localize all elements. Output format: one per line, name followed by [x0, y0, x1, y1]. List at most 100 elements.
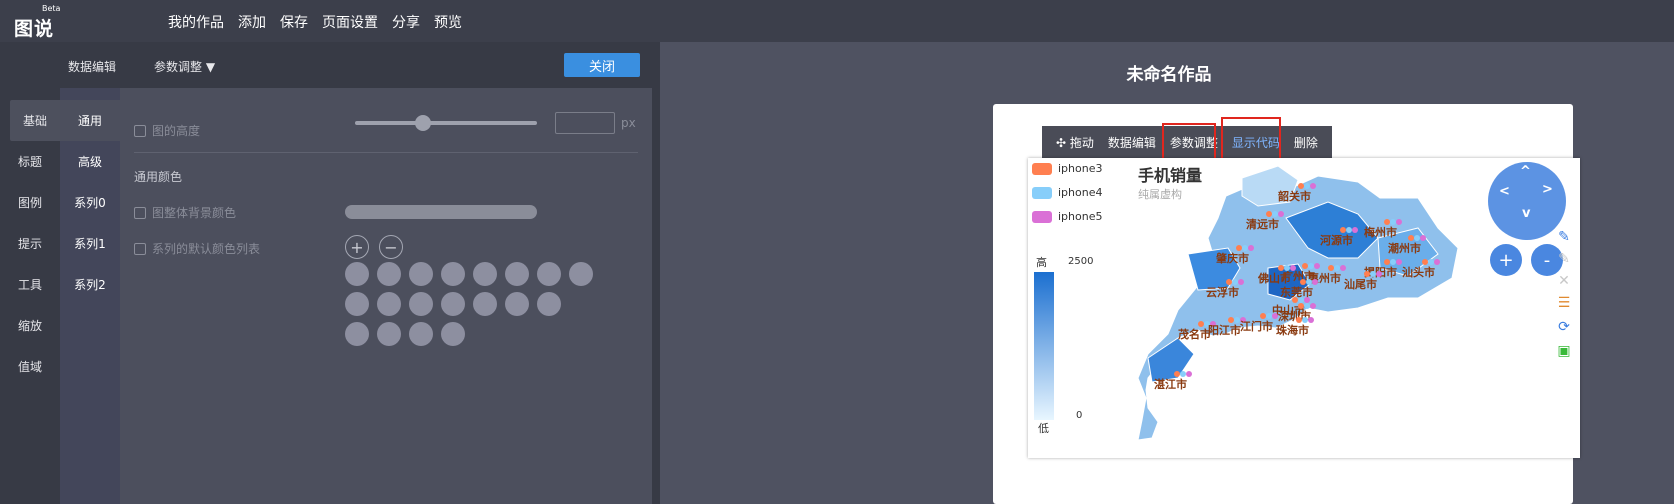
highlight-box-params — [1162, 123, 1216, 163]
tab-value-range[interactable]: 值域 — [0, 346, 60, 387]
city-label: 湛江市 — [1154, 378, 1187, 391]
app-logo[interactable]: 图说 — [14, 14, 54, 41]
city-series-dot[interactable] — [1308, 317, 1314, 323]
tab-tooltip[interactable]: 提示 — [0, 223, 60, 264]
city-series-dot[interactable] — [1272, 313, 1278, 319]
city-label: 汕头市 — [1402, 266, 1435, 279]
menu-my-works[interactable]: 我的作品 — [168, 12, 224, 32]
erase-icon[interactable]: ✎ — [1555, 250, 1573, 268]
menu-add[interactable]: 添加 — [238, 12, 266, 32]
series-colors-checkbox[interactable] — [134, 242, 146, 255]
city-label: 茂名市 — [1178, 328, 1211, 341]
tab-series-1[interactable]: 系列1 — [60, 223, 120, 264]
drag-button[interactable]: ✣ 拖动 — [1056, 134, 1094, 151]
city-series-dot[interactable] — [1290, 265, 1296, 271]
zoom-in-button[interactable]: + — [1490, 244, 1522, 276]
refresh-icon[interactable]: ⟳ — [1555, 318, 1573, 336]
tab-data-edit[interactable]: 数据编辑 — [68, 58, 116, 75]
tab-param-adjust[interactable]: 参数调整 ▼ — [154, 58, 215, 75]
color-swatch[interactable] — [569, 262, 593, 286]
city-series-dot[interactable] — [1376, 271, 1382, 277]
nav-left-icon[interactable]: < — [1499, 184, 1510, 199]
close-button[interactable]: 关闭 — [564, 53, 640, 77]
bg-color-checkbox[interactable] — [134, 206, 146, 219]
color-swatch[interactable] — [537, 262, 561, 286]
delete-button[interactable]: 删除 — [1294, 134, 1318, 151]
city-series-dot[interactable] — [1312, 279, 1318, 285]
color-swatch[interactable] — [537, 292, 561, 316]
city-label: 韶关市 — [1278, 190, 1311, 203]
height-checkbox[interactable] — [134, 124, 146, 137]
menu-preview[interactable]: 预览 — [434, 12, 462, 32]
height-slider[interactable] — [355, 121, 537, 125]
color-swatch[interactable] — [345, 322, 369, 346]
city-series-dot[interactable] — [1310, 183, 1316, 189]
color-swatch[interactable] — [473, 262, 497, 286]
city-series-dot[interactable] — [1340, 265, 1346, 271]
tab-series-0[interactable]: 系列0 — [60, 182, 120, 223]
tab-zoom[interactable]: 缩放 — [0, 305, 60, 346]
trash-icon[interactable]: ✕ — [1555, 272, 1573, 290]
city-series-dot[interactable] — [1420, 235, 1426, 241]
color-swatch[interactable] — [505, 292, 529, 316]
section-general-color: 通用颜色 — [134, 168, 182, 185]
city-label: 阳江市 — [1208, 324, 1241, 337]
save-image-icon[interactable]: ▣ — [1555, 342, 1573, 360]
editor-panel: 数据编辑 参数调整 ▼ 关闭 基础 标题 图例 提示 工具 缩放 值域 通用 高… — [0, 42, 660, 504]
remove-color-button[interactable]: − — [379, 235, 403, 259]
height-slider-thumb[interactable] — [415, 115, 431, 131]
color-swatch[interactable] — [377, 262, 401, 286]
px-unit-label: px — [621, 116, 636, 130]
color-swatch[interactable] — [441, 292, 465, 316]
category-tabs: 基础 标题 图例 提示 工具 缩放 值域 — [0, 100, 60, 387]
color-swatch[interactable] — [345, 262, 369, 286]
city-series-dot[interactable] — [1248, 245, 1254, 251]
top-menu: 我的作品 添加 保存 页面设置 分享 预览 — [168, 12, 462, 32]
city-series-dot[interactable] — [1186, 371, 1192, 377]
city-series-dot[interactable] — [1314, 263, 1320, 269]
highlight-box-code — [1221, 117, 1281, 161]
add-color-button[interactable]: + — [345, 235, 369, 259]
color-swatch[interactable] — [377, 292, 401, 316]
nav-up-icon[interactable]: ^ — [1520, 164, 1531, 179]
nav-right-icon[interactable]: > — [1542, 182, 1553, 197]
color-swatch[interactable] — [377, 322, 401, 346]
city-series-dot[interactable] — [1396, 219, 1402, 225]
city-series-dot[interactable] — [1352, 227, 1358, 233]
color-swatch[interactable] — [441, 322, 465, 346]
city-series-dot[interactable] — [1310, 303, 1316, 309]
subcategory-tabs: 通用 高级 系列0 系列1 系列2 — [60, 88, 120, 504]
city-series-dot[interactable] — [1278, 211, 1284, 217]
mark-pen-icon[interactable]: ✎ — [1555, 228, 1573, 246]
color-swatch[interactable] — [409, 262, 433, 286]
page-title[interactable]: 未命名作品 — [664, 60, 1674, 85]
color-swatch[interactable] — [505, 262, 529, 286]
city-series-dot[interactable] — [1238, 279, 1244, 285]
series-colors-label: 系列的默认颜色列表 — [152, 242, 261, 256]
top-bar: 图说 Beta 我的作品 添加 保存 页面设置 分享 预览 — [0, 0, 1674, 42]
tab-legend[interactable]: 图例 — [0, 182, 60, 223]
color-swatch[interactable] — [473, 292, 497, 316]
color-swatch[interactable] — [409, 292, 433, 316]
bg-color-label: 图整体背景颜色 — [152, 206, 237, 220]
color-swatch[interactable] — [345, 292, 369, 316]
tab-title[interactable]: 标题 — [0, 141, 60, 182]
menu-save[interactable]: 保存 — [280, 12, 308, 32]
data-edit-button[interactable]: 数据编辑 — [1108, 134, 1156, 151]
height-input[interactable] — [555, 112, 615, 134]
menu-page-settings[interactable]: 页面设置 — [322, 12, 378, 32]
city-series-dot[interactable] — [1434, 259, 1440, 265]
tab-basic[interactable]: 基础 — [10, 100, 60, 141]
bg-color-picker[interactable] — [345, 205, 537, 219]
tab-toolbox[interactable]: 工具 — [0, 264, 60, 305]
menu-share[interactable]: 分享 — [392, 12, 420, 32]
nav-down-icon[interactable]: v — [1522, 206, 1530, 221]
city-label: 云浮市 — [1206, 286, 1239, 299]
color-swatch[interactable] — [409, 322, 433, 346]
data-view-icon[interactable]: ☰ — [1555, 294, 1573, 312]
color-swatch[interactable] — [441, 262, 465, 286]
tab-advanced[interactable]: 高级 — [60, 141, 120, 182]
city-label: 江门市 — [1240, 320, 1273, 333]
tab-general[interactable]: 通用 — [60, 100, 120, 141]
tab-series-2[interactable]: 系列2 — [60, 264, 120, 305]
